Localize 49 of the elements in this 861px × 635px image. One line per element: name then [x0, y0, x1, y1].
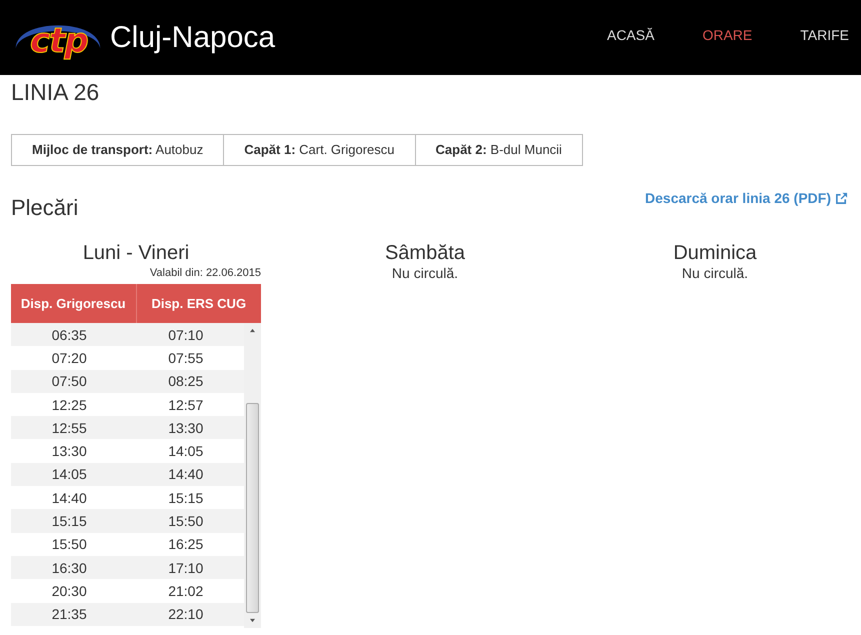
time-text: 13:30: [50, 443, 88, 460]
time-text: 07:10: [167, 326, 204, 343]
time-text: 08:25: [167, 373, 204, 390]
time-text: 07:20: [50, 350, 88, 366]
time-text: 21:35: [50, 606, 88, 622]
time-text: 14:40: [167, 466, 204, 482]
note-text: Nu circulă.: [682, 265, 748, 281]
note-text: Nu circulă.: [392, 265, 458, 281]
time-text: 07:50: [50, 373, 88, 390]
info-cell: Capăt 2: B-dul Muncii: [414, 135, 582, 165]
time-text: 15:50: [50, 536, 88, 552]
external-link-icon: [835, 192, 848, 204]
logo[interactable]: ctp: [10, 10, 106, 66]
nav-link[interactable]: ACASĂ: [606, 26, 654, 42]
nav-link[interactable]: TARIFE: [800, 26, 849, 42]
time-text: 15:15: [167, 490, 204, 506]
column-header: Disp. ERS CUG: [150, 295, 248, 313]
time-text: 07:55: [167, 350, 204, 366]
time-text: 12:25: [50, 396, 88, 413]
time-text: 20:30: [50, 582, 88, 599]
day-heading: Sâmbăta: [384, 241, 466, 265]
day-heading: Duminica: [673, 241, 757, 265]
day-heading: Luni - Vineri: [82, 241, 190, 265]
time-text: 12:55: [50, 420, 88, 436]
valid-from-text: Valabil din: 22.06.2015: [150, 267, 261, 279]
time-text: 14:05: [167, 443, 204, 460]
time-text: 13:30: [167, 420, 204, 436]
time-text: 22:10: [167, 606, 204, 622]
time-text: 15:15: [50, 513, 88, 530]
scrollbar[interactable]: [244, 323, 261, 628]
time-text: 16:25: [167, 536, 204, 552]
time-text: 16:30: [50, 560, 88, 576]
scroll-thumb[interactable]: [246, 403, 259, 613]
nav-link[interactable]: ORARE: [702, 26, 752, 42]
time-text: 21:02: [167, 582, 204, 599]
scroll-up-icon[interactable]: [249, 328, 256, 333]
time-text: 14:40: [50, 490, 88, 506]
site-name[interactable]: Cluj-Napoca: [110, 20, 276, 54]
scroll-down-icon[interactable]: [249, 618, 256, 623]
time-text: 14:05: [50, 466, 88, 482]
page-title: LINIA 26: [11, 78, 100, 107]
download-link[interactable]: Descarcă orar linia 26 (PDF): [645, 190, 848, 206]
info-cell-text: Mijloc de transport: Autobuz: [31, 141, 204, 159]
time-text: 17:10: [167, 560, 204, 576]
time-text: 12:57: [167, 396, 204, 413]
section-heading: Plecări: [11, 195, 78, 221]
time-text: 06:35: [50, 326, 88, 343]
time-text: 15:50: [167, 513, 204, 530]
info-cell: Capăt 1: Cart. Grigorescu: [223, 135, 415, 165]
